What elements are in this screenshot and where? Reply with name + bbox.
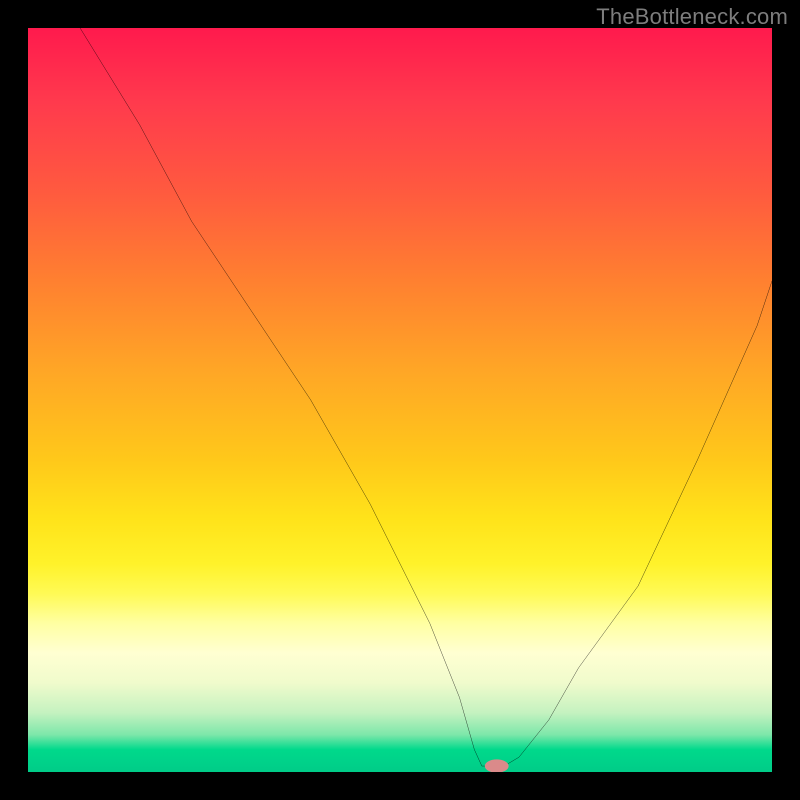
plot-area <box>28 28 772 772</box>
curve-svg <box>28 28 772 772</box>
watermark-label: TheBottleneck.com <box>596 4 788 30</box>
optimal-marker <box>485 759 509 772</box>
chart-frame: TheBottleneck.com <box>0 0 800 800</box>
bottleneck-curve <box>80 28 772 766</box>
